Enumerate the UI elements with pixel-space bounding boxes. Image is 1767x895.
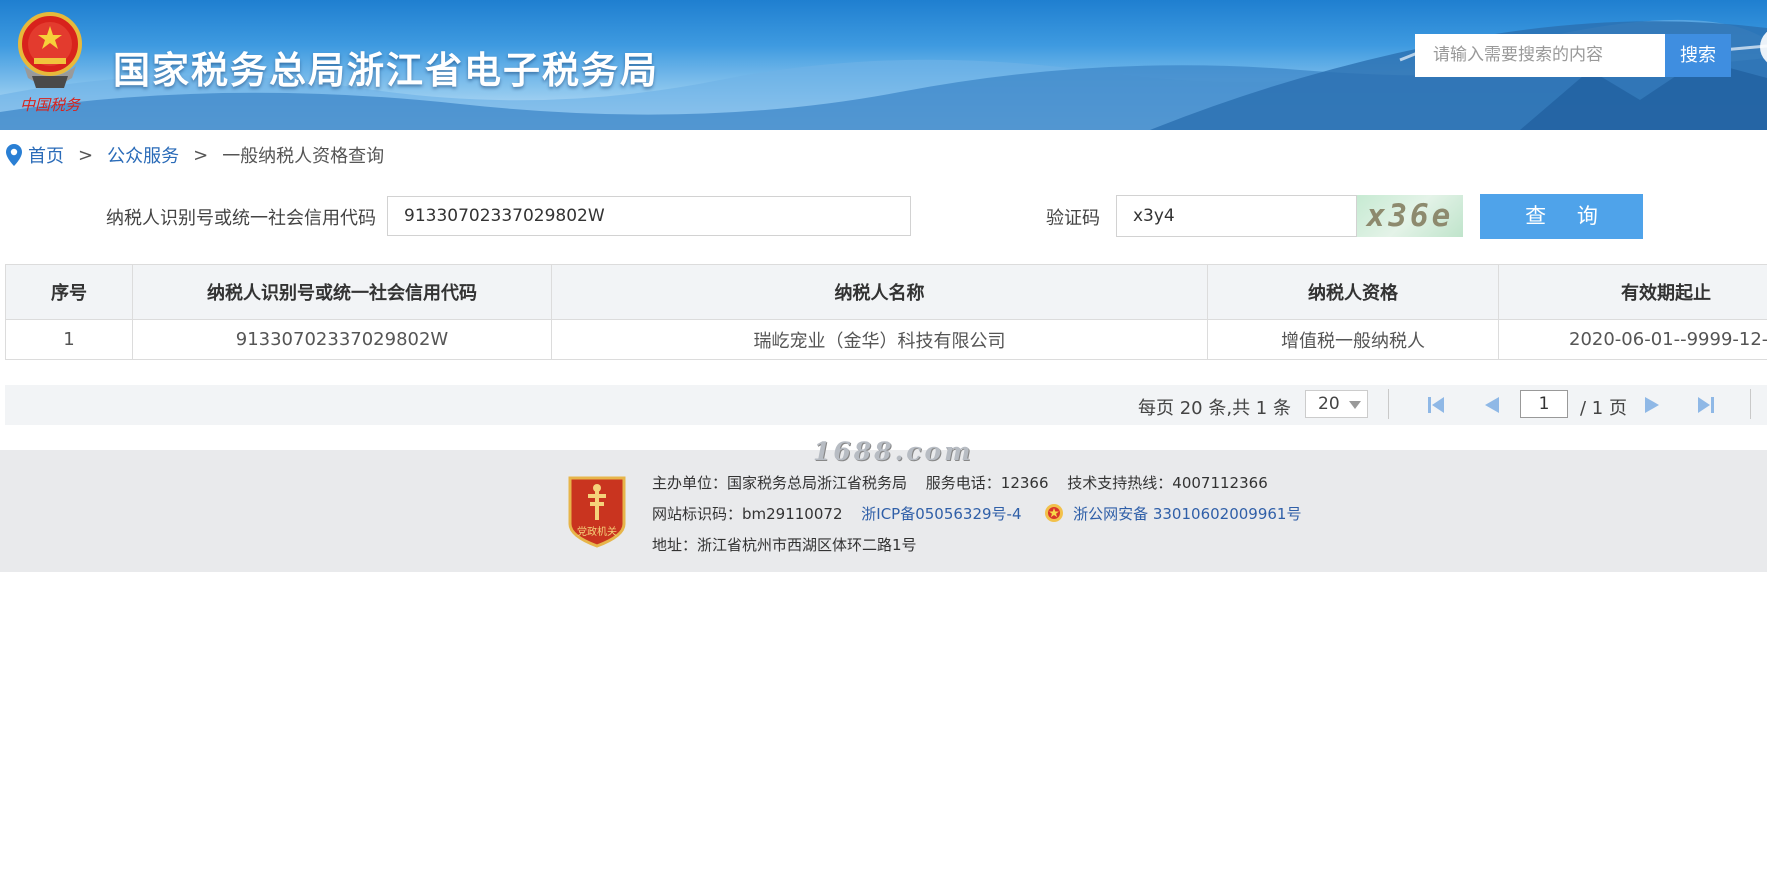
police-record-link[interactable]: 浙公网安备 33010602009961号 xyxy=(1073,505,1301,523)
footer-registration-line: 网站标识码：bm29110072 浙ICP备05056329号-4 浙公网安备 … xyxy=(652,503,1301,524)
breadcrumb-current-page: 一般纳税人资格查询 xyxy=(222,146,385,167)
captcha-label: 验证码 xyxy=(1046,208,1100,229)
cell-validity-period: 2020-06-01--9999-12-31 xyxy=(1498,319,1767,360)
results-table: 序号 纳税人识别号或统一社会信用代码 纳税人名称 纳税人资格 有效期起止 1 9… xyxy=(5,264,1767,360)
footer-support-hotline: 技术支持热线：4007112366 xyxy=(1067,474,1268,492)
taxpayer-id-label: 纳税人识别号或统一社会信用代码 xyxy=(106,208,376,229)
location-pin-icon xyxy=(6,144,22,166)
column-header-validity-period: 有效期起止 xyxy=(1498,264,1767,320)
footer-site-id: 网站标识码：bm29110072 xyxy=(652,505,843,523)
column-header-taxpayer-id: 纳税人识别号或统一社会信用代码 xyxy=(132,264,552,320)
current-page-input[interactable]: 1 xyxy=(1520,390,1568,418)
header-banner: 中国税务 国家税务总局浙江省电子税务局 请输入需要搜索的内容 搜索 xyxy=(0,0,1767,130)
search-input[interactable]: 请输入需要搜索的内容 xyxy=(1415,34,1665,77)
breadcrumb-public-service-link[interactable]: 公众服务 xyxy=(107,142,179,168)
breadcrumb-home-link[interactable]: 首页 xyxy=(28,142,64,168)
query-button[interactable]: 查 询 xyxy=(1480,194,1643,239)
pagination-bar: 每页 20 条,共 1 条 20 1 / 1 页 xyxy=(5,385,1767,425)
breadcrumb-separator: > xyxy=(193,144,209,166)
cell-index: 1 xyxy=(5,319,133,360)
pagination-summary: 每页 20 条,共 1 条 xyxy=(1138,398,1291,419)
total-pages: / 1 页 xyxy=(1580,398,1627,419)
national-emblem-icon: 中国税务 xyxy=(18,12,82,114)
captcha-image[interactable]: x36e xyxy=(1357,195,1463,237)
watermark: 1688.com xyxy=(813,437,974,466)
table-header-row: 序号 纳税人识别号或统一社会信用代码 纳税人名称 纳税人资格 有效期起止 xyxy=(5,264,1767,320)
chevron-down-icon xyxy=(1349,401,1361,409)
next-page-icon[interactable] xyxy=(1641,395,1663,415)
taxpayer-id-input[interactable]: 91330702337029802W xyxy=(387,196,911,236)
cell-taxpayer-name: 瑞屹宠业（金华）科技有限公司 xyxy=(551,319,1208,360)
emblem-caption: 中国税务 xyxy=(20,96,82,114)
cell-taxpayer-id: 91330702337029802W xyxy=(132,319,552,360)
table-row: 1 91330702337029802W 瑞屹宠业（金华）科技有限公司 增值税一… xyxy=(5,319,1767,360)
breadcrumb-separator: > xyxy=(78,144,94,166)
page-size-select[interactable]: 20 xyxy=(1305,390,1368,418)
footer-address: 地址：浙江省杭州市西湖区体环二路1号 xyxy=(652,536,917,554)
government-site-badge-icon[interactable]: 党政机关 xyxy=(566,474,628,548)
icp-record-link[interactable]: 浙ICP备05056329号-4 xyxy=(861,505,1021,523)
pager-divider xyxy=(1750,389,1751,419)
site-title: 国家税务总局浙江省电子税务局 xyxy=(113,49,659,92)
pager-divider xyxy=(1388,389,1389,419)
search-button[interactable]: 搜索 xyxy=(1665,34,1731,77)
column-header-index: 序号 xyxy=(5,264,133,320)
column-header-qualification: 纳税人资格 xyxy=(1207,264,1499,320)
captcha-input[interactable]: x3y4 xyxy=(1116,195,1357,237)
breadcrumb: 首页 > 公众服务 > 一般纳税人资格查询 xyxy=(6,143,384,167)
cell-qualification: 增值税一般纳税人 xyxy=(1207,319,1499,360)
column-header-taxpayer-name: 纳税人名称 xyxy=(551,264,1208,320)
footer-contact-line: 主办单位：国家税务总局浙江省税务局 服务电话：12366 技术支持热线：4007… xyxy=(652,472,1268,493)
footer-sponsor: 主办单位：国家税务总局浙江省税务局 xyxy=(652,474,908,492)
badge-caption: 党政机关 xyxy=(577,525,617,538)
last-page-icon[interactable] xyxy=(1695,395,1717,415)
first-page-icon[interactable] xyxy=(1425,395,1447,415)
page-size-value: 20 xyxy=(1318,394,1340,414)
previous-page-icon[interactable] xyxy=(1481,395,1503,415)
police-badge-icon xyxy=(1045,504,1064,522)
footer-service-phone: 服务电话：12366 xyxy=(925,474,1049,492)
